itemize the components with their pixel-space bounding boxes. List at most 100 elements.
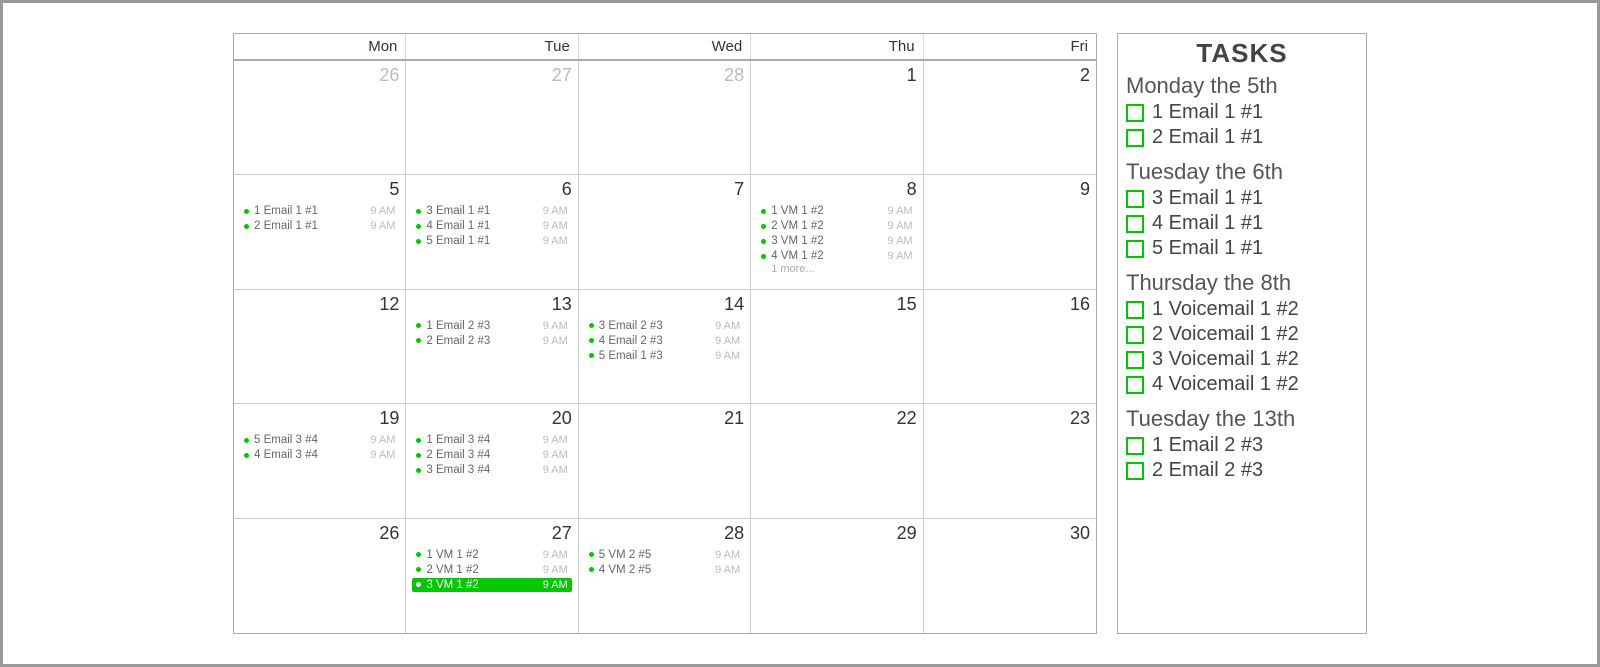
task-label: 2 Email 1 #1	[1152, 126, 1263, 149]
calendar-day-cell[interactable]: 285 VM 2 #59 AM4 VM 2 #59 AM	[579, 519, 751, 633]
event-dot-icon	[589, 552, 594, 557]
calendar-event[interactable]: 3 VM 1 #29 AM	[757, 234, 916, 248]
task-item[interactable]: 4 Voicemail 1 #2	[1126, 373, 1358, 396]
checkbox-icon[interactable]	[1126, 376, 1144, 394]
calendar-day-cell[interactable]: 51 Email 1 #19 AM2 Email 1 #19 AM	[234, 175, 406, 288]
event-time: 9 AM	[543, 564, 568, 576]
tasks-sidebar[interactable]: TASKS Monday the 5th1 Email 1 #12 Email …	[1117, 33, 1367, 634]
calendar-day-cell[interactable]: 22	[751, 404, 923, 517]
calendar-event[interactable]: 4 Email 2 #39 AM	[585, 334, 744, 348]
checkbox-icon[interactable]	[1126, 190, 1144, 208]
event-time: 9 AM	[543, 434, 568, 446]
calendar-day-cell[interactable]: 271 VM 1 #29 AM2 VM 1 #29 AM3 VM 1 #29 A…	[406, 519, 578, 633]
task-day-group: Monday the 5th1 Email 1 #12 Email 1 #1	[1126, 73, 1358, 149]
calendar-event[interactable]: 2 VM 1 #29 AM	[412, 563, 571, 577]
event-label: 4 Email 3 #4	[254, 449, 370, 461]
event-dot-icon	[244, 224, 249, 229]
calendar-day-cell[interactable]: 12	[234, 290, 406, 403]
task-item[interactable]: 2 Email 1 #1	[1126, 126, 1358, 149]
calendar-day-cell[interactable]: 16	[924, 290, 1096, 403]
calendar-day-cell[interactable]: 26	[234, 519, 406, 633]
calendar-event[interactable]: 5 Email 3 #49 AM	[240, 433, 399, 447]
task-item[interactable]: 3 Email 1 #1	[1126, 187, 1358, 210]
task-day-group: Tuesday the 13th1 Email 2 #32 Email 2 #3	[1126, 406, 1358, 482]
checkbox-icon[interactable]	[1126, 129, 1144, 147]
calendar-event[interactable]: 4 Email 1 #19 AM	[412, 219, 571, 233]
checkbox-icon[interactable]	[1126, 301, 1144, 319]
event-dot-icon	[761, 209, 766, 214]
calendar-event[interactable]: 4 VM 2 #59 AM	[585, 563, 744, 577]
calendar-day-cell[interactable]: 1	[751, 61, 923, 174]
event-time: 9 AM	[370, 449, 395, 461]
event-dot-icon	[416, 224, 421, 229]
task-day-group: Thursday the 8th1 Voicemail 1 #22 Voicem…	[1126, 270, 1358, 396]
checkbox-icon[interactable]	[1126, 215, 1144, 233]
event-label: 1 VM 1 #2	[771, 205, 887, 217]
task-item[interactable]: 4 Email 1 #1	[1126, 212, 1358, 235]
calendar-event[interactable]: 1 Email 2 #39 AM	[412, 319, 571, 333]
calendar-event[interactable]: 1 VM 1 #29 AM	[757, 204, 916, 218]
checkbox-icon[interactable]	[1126, 326, 1144, 344]
calendar-day-cell[interactable]: 9	[924, 175, 1096, 288]
calendar-day-cell[interactable]: 21	[579, 404, 751, 517]
calendar-day-cell[interactable]: 195 Email 3 #49 AM4 Email 3 #49 AM	[234, 404, 406, 517]
event-label: 1 VM 1 #2	[426, 549, 542, 561]
checkbox-icon[interactable]	[1126, 351, 1144, 369]
event-label: 2 VM 1 #2	[771, 220, 887, 232]
day-number: 23	[930, 408, 1090, 429]
calendar-event[interactable]: 5 VM 2 #59 AM	[585, 548, 744, 562]
calendar-event[interactable]: 5 Email 1 #19 AM	[412, 234, 571, 248]
calendar-day-cell[interactable]: 29	[751, 519, 923, 633]
event-time: 9 AM	[888, 250, 913, 262]
calendar-event[interactable]: 2 Email 1 #19 AM	[240, 219, 399, 233]
calendar-day-cell[interactable]: 63 Email 1 #19 AM4 Email 1 #19 AM5 Email…	[406, 175, 578, 288]
task-item[interactable]: 3 Voicemail 1 #2	[1126, 348, 1358, 371]
calendar-week-row: 26271 VM 1 #29 AM2 VM 1 #29 AM3 VM 1 #29…	[234, 519, 1096, 633]
event-label: 3 Email 3 #4	[426, 464, 542, 476]
calendar-event[interactable]: 3 VM 1 #29 AM	[412, 578, 571, 592]
event-time: 9 AM	[543, 220, 568, 232]
calendar-day-cell[interactable]: 26	[234, 61, 406, 174]
calendar-event[interactable]: 3 Email 1 #19 AM	[412, 204, 571, 218]
calendar-event[interactable]: 2 VM 1 #29 AM	[757, 219, 916, 233]
calendar-day-cell[interactable]: 143 Email 2 #39 AM4 Email 2 #39 AM5 Emai…	[579, 290, 751, 403]
calendar-day-cell[interactable]: 23	[924, 404, 1096, 517]
event-label: 2 Email 3 #4	[426, 449, 542, 461]
calendar-day-cell[interactable]: 201 Email 3 #49 AM2 Email 3 #49 AM3 Emai…	[406, 404, 578, 517]
calendar-event[interactable]: 3 Email 3 #49 AM	[412, 463, 571, 477]
event-time: 9 AM	[543, 549, 568, 561]
calendar-column-header: Wed	[579, 34, 751, 59]
calendar-column-header: Thu	[751, 34, 923, 59]
calendar-event[interactable]: 3 Email 2 #39 AM	[585, 319, 744, 333]
calendar-day-cell[interactable]: 30	[924, 519, 1096, 633]
task-item[interactable]: 1 Email 1 #1	[1126, 101, 1358, 124]
calendar-day-cell[interactable]: 131 Email 2 #39 AM2 Email 2 #39 AM	[406, 290, 578, 403]
task-item[interactable]: 5 Email 1 #1	[1126, 237, 1358, 260]
task-item[interactable]: 2 Voicemail 1 #2	[1126, 323, 1358, 346]
task-item[interactable]: 1 Voicemail 1 #2	[1126, 298, 1358, 321]
event-time: 9 AM	[370, 205, 395, 217]
calendar-day-cell[interactable]: 15	[751, 290, 923, 403]
checkbox-icon[interactable]	[1126, 240, 1144, 258]
event-dot-icon	[761, 254, 766, 259]
calendar-day-cell[interactable]: 7	[579, 175, 751, 288]
calendar-event[interactable]: 5 Email 1 #39 AM	[585, 349, 744, 363]
checkbox-icon[interactable]	[1126, 104, 1144, 122]
calendar-event[interactable]: 1 VM 1 #29 AM	[412, 548, 571, 562]
task-item[interactable]: 1 Email 2 #3	[1126, 434, 1358, 457]
calendar-event[interactable]: 4 VM 1 #29 AM	[757, 249, 916, 263]
calendar-day-cell[interactable]: 28	[579, 61, 751, 174]
more-events-link[interactable]: 1 more...	[757, 263, 916, 275]
calendar-day-cell[interactable]: 81 VM 1 #29 AM2 VM 1 #29 AM3 VM 1 #29 AM…	[751, 175, 923, 288]
task-item[interactable]: 2 Email 2 #3	[1126, 459, 1358, 482]
calendar-event[interactable]: 4 Email 3 #49 AM	[240, 448, 399, 462]
calendar-event[interactable]: 1 Email 1 #19 AM	[240, 204, 399, 218]
calendar-event[interactable]: 2 Email 2 #39 AM	[412, 334, 571, 348]
calendar-day-cell[interactable]: 27	[406, 61, 578, 174]
calendar-day-cell[interactable]: 2	[924, 61, 1096, 174]
calendar-event[interactable]: 1 Email 3 #49 AM	[412, 433, 571, 447]
checkbox-icon[interactable]	[1126, 462, 1144, 480]
calendar-event[interactable]: 2 Email 3 #49 AM	[412, 448, 571, 462]
event-time: 9 AM	[888, 205, 913, 217]
checkbox-icon[interactable]	[1126, 437, 1144, 455]
